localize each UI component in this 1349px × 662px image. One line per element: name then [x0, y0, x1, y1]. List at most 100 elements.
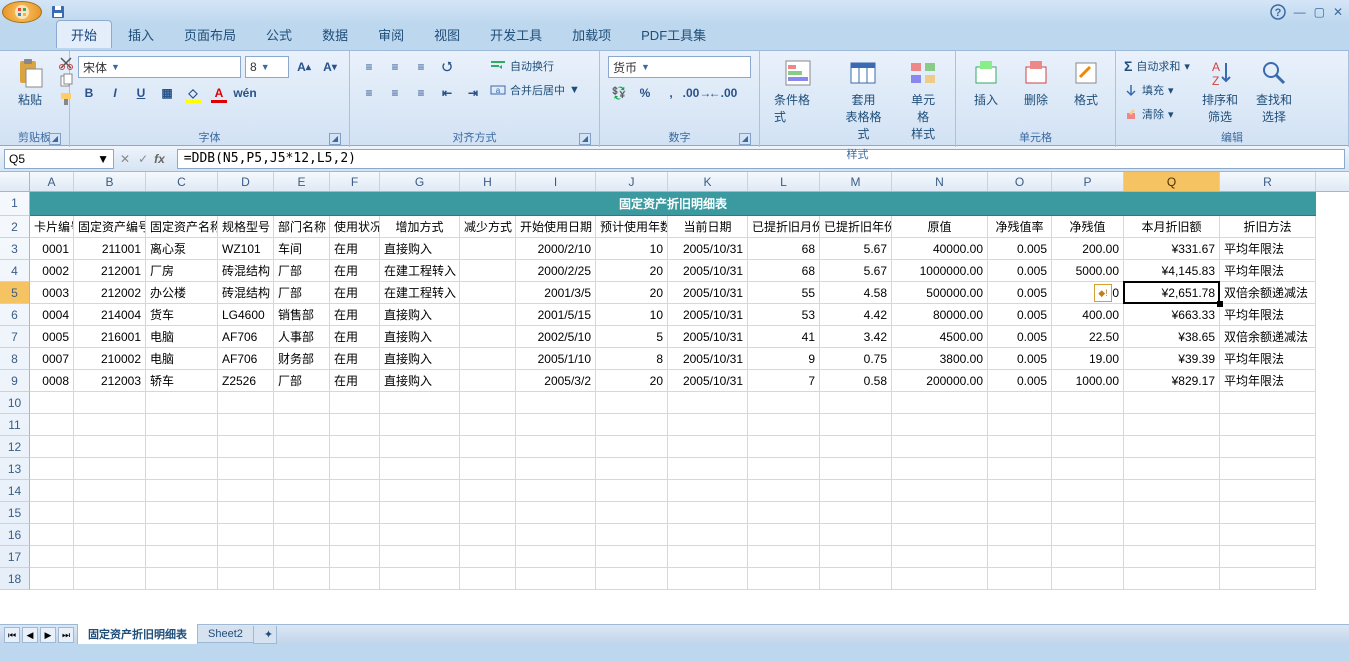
- data-cell[interactable]: 0008: [30, 370, 74, 392]
- data-cell[interactable]: 厂部: [274, 282, 330, 304]
- empty-cell[interactable]: [668, 502, 748, 524]
- empty-cell[interactable]: [30, 436, 74, 458]
- header-cell[interactable]: 使用状况: [330, 216, 380, 238]
- empty-cell[interactable]: [748, 524, 820, 546]
- empty-cell[interactable]: [748, 392, 820, 414]
- empty-cell[interactable]: [748, 546, 820, 568]
- data-cell[interactable]: 212001: [74, 260, 146, 282]
- empty-cell[interactable]: [274, 524, 330, 546]
- data-cell[interactable]: 2000/2/10: [516, 238, 596, 260]
- data-cell[interactable]: 0.005: [988, 260, 1052, 282]
- row-header-11[interactable]: 11: [0, 414, 30, 436]
- delete-cells-button[interactable]: 删除: [1014, 55, 1058, 110]
- data-cell[interactable]: 2005/3/2: [516, 370, 596, 392]
- empty-cell[interactable]: [988, 568, 1052, 590]
- fill-handle[interactable]: [1217, 301, 1223, 307]
- data-cell[interactable]: 5.67: [820, 238, 892, 260]
- empty-cell[interactable]: [1124, 524, 1220, 546]
- data-cell[interactable]: 0004: [30, 304, 74, 326]
- data-cell[interactable]: 双倍余额递减法: [1220, 326, 1316, 348]
- header-cell[interactable]: 原值: [892, 216, 988, 238]
- empty-cell[interactable]: [1052, 392, 1124, 414]
- empty-cell[interactable]: [596, 480, 668, 502]
- data-cell[interactable]: 2005/10/31: [668, 260, 748, 282]
- empty-cell[interactable]: [460, 458, 516, 480]
- font-launcher[interactable]: ◢: [329, 133, 341, 145]
- empty-cell[interactable]: [30, 502, 74, 524]
- empty-cell[interactable]: [892, 392, 988, 414]
- office-button[interactable]: [2, 1, 42, 23]
- font-size-combo[interactable]: 8▼: [245, 56, 289, 78]
- empty-cell[interactable]: [460, 568, 516, 590]
- empty-cell[interactable]: [74, 414, 146, 436]
- empty-cell[interactable]: [146, 458, 218, 480]
- col-header-B[interactable]: B: [74, 172, 146, 191]
- data-cell[interactable]: 400.00: [1052, 304, 1124, 326]
- data-cell[interactable]: 3.42: [820, 326, 892, 348]
- header-cell[interactable]: 增加方式: [380, 216, 460, 238]
- underline-button[interactable]: U: [130, 82, 152, 104]
- formula-input[interactable]: =DDB(N5,P5,J5*12,L5,2): [177, 149, 1345, 169]
- data-cell[interactable]: 200000.00: [892, 370, 988, 392]
- empty-cell[interactable]: [274, 458, 330, 480]
- empty-cell[interactable]: [1220, 546, 1316, 568]
- sheet-tab-2[interactable]: Sheet2: [197, 626, 254, 643]
- col-header-D[interactable]: D: [218, 172, 274, 191]
- empty-cell[interactable]: [218, 546, 274, 568]
- data-cell[interactable]: 平均年限法: [1220, 260, 1316, 282]
- empty-cell[interactable]: [380, 524, 460, 546]
- row-header-10[interactable]: 10: [0, 392, 30, 414]
- empty-cell[interactable]: [380, 568, 460, 590]
- empty-cell[interactable]: [820, 458, 892, 480]
- col-header-G[interactable]: G: [380, 172, 460, 191]
- data-cell[interactable]: [460, 304, 516, 326]
- last-sheet-button[interactable]: ⏭: [58, 627, 74, 643]
- align-launcher[interactable]: ◢: [579, 133, 591, 145]
- empty-cell[interactable]: [380, 414, 460, 436]
- data-cell[interactable]: 2005/10/31: [668, 348, 748, 370]
- empty-cell[interactable]: [74, 524, 146, 546]
- number-format-combo[interactable]: 货币▼: [608, 56, 751, 78]
- empty-cell[interactable]: [460, 480, 516, 502]
- tab-review[interactable]: 审阅: [364, 21, 418, 48]
- align-middle-button[interactable]: ≡: [384, 56, 406, 78]
- data-cell[interactable]: 0001: [30, 238, 74, 260]
- col-header-O[interactable]: O: [988, 172, 1052, 191]
- data-cell[interactable]: 211001: [74, 238, 146, 260]
- empty-cell[interactable]: [596, 524, 668, 546]
- row-header-3[interactable]: 3: [0, 238, 30, 260]
- data-cell[interactable]: 10: [596, 304, 668, 326]
- empty-cell[interactable]: [274, 414, 330, 436]
- empty-cell[interactable]: [74, 392, 146, 414]
- empty-cell[interactable]: [380, 502, 460, 524]
- data-cell[interactable]: ¥2,651.78: [1124, 282, 1220, 304]
- align-left-button[interactable]: ≡: [358, 82, 380, 104]
- indent-inc-button[interactable]: ⇥: [462, 82, 484, 104]
- empty-cell[interactable]: [274, 480, 330, 502]
- empty-cell[interactable]: [330, 392, 380, 414]
- data-cell[interactable]: 4500.00: [892, 326, 988, 348]
- data-cell[interactable]: WZ101: [218, 238, 274, 260]
- col-header-H[interactable]: H: [460, 172, 516, 191]
- data-cell[interactable]: 厂房: [146, 260, 218, 282]
- empty-cell[interactable]: [460, 436, 516, 458]
- data-cell[interactable]: 电脑: [146, 326, 218, 348]
- empty-cell[interactable]: [1124, 568, 1220, 590]
- autosum-button[interactable]: Σ自动求和▾: [1124, 55, 1190, 77]
- empty-cell[interactable]: [30, 414, 74, 436]
- fx-icon[interactable]: fx: [154, 152, 165, 166]
- empty-cell[interactable]: [820, 414, 892, 436]
- data-cell[interactable]: 在用: [330, 282, 380, 304]
- data-cell[interactable]: 55: [748, 282, 820, 304]
- data-cell[interactable]: 0.005: [988, 304, 1052, 326]
- border-button[interactable]: ▦: [156, 82, 178, 104]
- empty-cell[interactable]: [1220, 524, 1316, 546]
- empty-cell[interactable]: [330, 414, 380, 436]
- data-cell[interactable]: [460, 282, 516, 304]
- empty-cell[interactable]: [218, 568, 274, 590]
- data-cell[interactable]: 在用: [330, 348, 380, 370]
- header-cell[interactable]: 已提折旧年份: [820, 216, 892, 238]
- data-cell[interactable]: 68: [748, 260, 820, 282]
- insert-cells-button[interactable]: 插入: [964, 55, 1008, 110]
- data-cell[interactable]: 25 0: [1052, 282, 1124, 304]
